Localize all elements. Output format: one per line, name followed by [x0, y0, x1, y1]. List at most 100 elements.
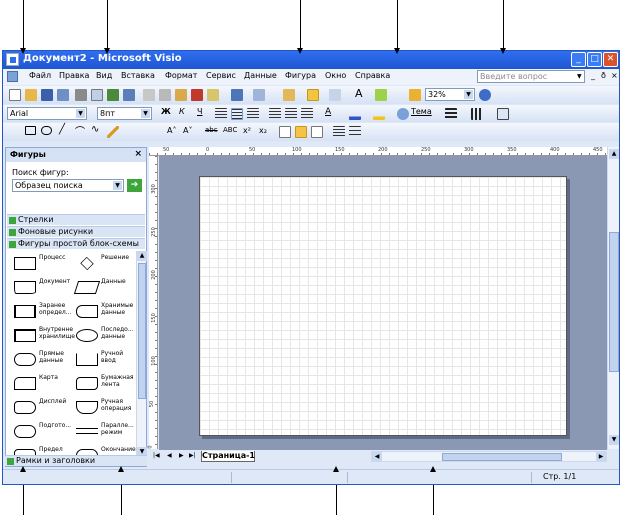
scroll-up-icon[interactable]: ▲: [137, 251, 147, 261]
stencil-shape-document[interactable]: Документ: [12, 275, 76, 301]
stencil-shape-direct[interactable]: Прямые данные: [12, 347, 76, 373]
subscript-button[interactable]: x₂: [259, 126, 267, 135]
align-top-icon[interactable]: [279, 126, 291, 138]
maximize-button[interactable]: □: [587, 52, 602, 67]
redo-icon[interactable]: [253, 89, 265, 101]
font-color-button[interactable]: A: [325, 107, 331, 117]
italic-button[interactable]: К: [179, 107, 185, 116]
search-shapes-input[interactable]: Образец поиска ▼: [12, 179, 124, 192]
stencil-shape-display[interactable]: Дисплей: [12, 395, 76, 421]
stencil-shape-preparation[interactable]: Подгото...: [12, 419, 76, 445]
ellipse-tool-icon[interactable]: [41, 126, 52, 135]
stencil-shape-parallel[interactable]: Паралле... режим: [74, 419, 136, 445]
increase-indent-icon[interactable]: [301, 108, 313, 120]
menu-shape[interactable]: Фигура: [285, 71, 316, 80]
stencil-shape-sequential[interactable]: Последо... данные: [74, 323, 136, 349]
stencil-basic-flowchart[interactable]: Фигуры простой блок-схемы: [7, 238, 145, 249]
research-icon[interactable]: [123, 89, 135, 101]
connector-tool-icon[interactable]: [329, 89, 341, 101]
doc-minimize-button[interactable]: _: [591, 71, 595, 80]
small-caps-button[interactable]: ABC: [223, 126, 237, 134]
superscript-button[interactable]: x²: [243, 126, 251, 135]
line-tool-icon[interactable]: ╱: [59, 124, 65, 135]
font-size-combo[interactable]: 8пт ▼: [97, 107, 152, 120]
permission-icon[interactable]: [57, 89, 69, 101]
horizontal-scroll-thumb[interactable]: [442, 453, 562, 461]
underline-button[interactable]: Ч: [197, 107, 202, 116]
copy-icon[interactable]: [159, 89, 171, 101]
stencil-borders-titles[interactable]: Рамки и заголовки: [5, 455, 147, 466]
visio-app-icon[interactable]: [6, 53, 19, 66]
minimize-button[interactable]: _: [571, 52, 586, 67]
save-icon[interactable]: [41, 89, 53, 101]
arc-tool-icon[interactable]: ⌒: [75, 123, 85, 138]
open-icon[interactable]: [25, 89, 37, 101]
search-go-button[interactable]: ➔: [127, 179, 142, 192]
close-button[interactable]: ✕: [603, 52, 618, 67]
help-dropdown-icon[interactable]: ▼: [577, 73, 582, 80]
first-page-icon[interactable]: |◀: [153, 452, 160, 459]
stencil-shape-rect[interactable]: Процесс: [12, 251, 76, 277]
prev-page-icon[interactable]: ◀: [167, 452, 172, 459]
theme-icon[interactable]: [397, 108, 409, 120]
align-left-icon[interactable]: [215, 108, 227, 120]
doc-restore-button[interactable]: ð: [601, 71, 606, 80]
line-color-icon[interactable]: [349, 108, 361, 120]
strikethrough-button[interactable]: abc: [205, 126, 218, 134]
text-tool-icon[interactable]: A: [355, 87, 363, 100]
scroll-up-arrow-icon[interactable]: ▲: [609, 149, 619, 159]
title-bar[interactable]: Документ2 - Microsoft Visio _ □ ✕: [3, 51, 619, 69]
pointer-tool-icon[interactable]: [307, 89, 319, 101]
print-preview-icon[interactable]: [91, 89, 103, 101]
stencil-backgrounds[interactable]: Фоновые рисунки: [7, 226, 145, 237]
stencil-shape-manual-input[interactable]: Ручной ввод: [74, 347, 136, 373]
line-ends-icon[interactable]: [497, 108, 509, 120]
bold-button[interactable]: Ж: [161, 107, 171, 116]
stencil-shape-manual-op[interactable]: Ручная операция: [74, 395, 136, 421]
paste-icon[interactable]: [175, 89, 187, 101]
increase-spacing-icon[interactable]: [333, 126, 345, 138]
shapes-panel-scroll-thumb[interactable]: [138, 263, 146, 399]
menu-edit[interactable]: Правка: [59, 71, 89, 80]
vertical-scroll-thumb[interactable]: [609, 232, 619, 372]
rectangle-tool-icon[interactable]: [25, 126, 36, 135]
pencil-tool-icon[interactable]: [107, 126, 119, 138]
shapes-icon[interactable]: [283, 89, 295, 101]
print-icon[interactable]: [75, 89, 87, 101]
scroll-down-arrow-icon[interactable]: ▼: [609, 435, 619, 445]
stencil-shape-internal[interactable]: Внутренне хранилище: [12, 323, 76, 349]
grow-font-button[interactable]: A˄: [167, 126, 176, 135]
stencil-shape-parallelogram[interactable]: Данные: [73, 275, 136, 301]
shrink-font-button[interactable]: A˅: [183, 126, 192, 135]
stencil-shape-tape[interactable]: Бумажная лента: [74, 371, 136, 397]
theme-button[interactable]: Тема: [411, 107, 432, 116]
scroll-right-icon[interactable]: ▶: [596, 452, 606, 462]
align-right-icon[interactable]: [247, 108, 259, 120]
shapes-panel-header[interactable]: Фигуры ×: [6, 148, 146, 162]
align-bottom-icon[interactable]: [311, 126, 323, 138]
document-menu-icon[interactable]: [7, 71, 18, 82]
font-name-dropdown-icon[interactable]: ▼: [76, 109, 85, 118]
stencil-arrows[interactable]: Стрелки: [7, 214, 145, 225]
undo-icon[interactable]: [231, 89, 243, 101]
delete-icon[interactable]: [191, 89, 203, 101]
spelling-icon[interactable]: [107, 89, 119, 101]
align-center-icon[interactable]: [231, 108, 243, 120]
next-page-icon[interactable]: ▶: [179, 452, 184, 459]
menu-view[interactable]: Вид: [96, 71, 112, 80]
page-tab[interactable]: Страница-1: [201, 451, 255, 462]
menu-data[interactable]: Данные: [244, 71, 277, 80]
font-size-dropdown-icon[interactable]: ▼: [141, 109, 150, 118]
line-weight-icon[interactable]: [445, 108, 457, 120]
freeform-tool-icon[interactable]: ∿: [91, 124, 99, 135]
stencil-shape-predefined[interactable]: Заранее определ...: [12, 299, 76, 325]
menu-format[interactable]: Формат: [165, 71, 197, 80]
align-middle-icon[interactable]: [295, 126, 307, 138]
help-icon[interactable]: [479, 89, 491, 101]
stencil-shape-card[interactable]: Карта: [12, 371, 76, 397]
drawing-page[interactable]: [199, 176, 567, 436]
cut-icon[interactable]: [143, 89, 155, 101]
menu-window[interactable]: Окно: [325, 71, 346, 80]
stencil-shape-stored[interactable]: Хранимые данные: [74, 299, 136, 325]
line-pattern-icon[interactable]: [471, 108, 483, 120]
